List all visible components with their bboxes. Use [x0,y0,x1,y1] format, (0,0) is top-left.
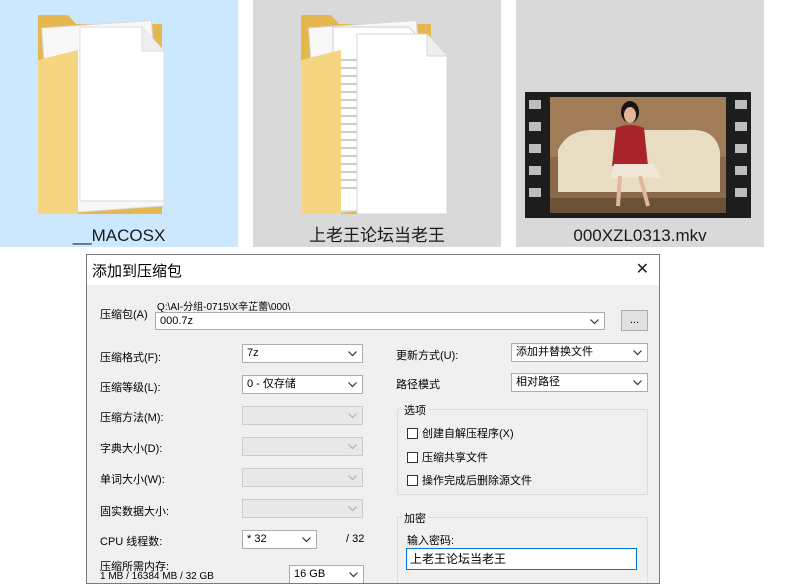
add-to-archive-dialog: 添加到压缩包 ✕ 压缩包(A) Q:\AI-分组-0715\X辛芷蕾\000\ … [86,254,660,584]
update-mode-select[interactable]: 添加并替换文件 [511,343,648,362]
close-icon[interactable]: ✕ [636,259,649,279]
delete-after-checkbox[interactable]: 操作完成后删除源文件 [407,472,532,488]
memory-value: 16 GB [294,568,326,580]
item-label: 000XZL0313.mkv [573,226,707,245]
compress-shared-label: 压缩共享文件 [422,452,488,464]
level-label: 压缩等级(L): [100,382,161,394]
chevron-down-icon [347,469,359,486]
archive-path: Q:\AI-分组-0715\X辛芷蕾\000\ [157,302,291,313]
method-label: 压缩方法(M): [100,412,164,424]
format-value: 7z [247,347,259,359]
create-sfx-checkbox[interactable]: 创建自解压程序(X) [407,425,514,441]
chevron-down-icon[interactable] [347,376,359,393]
chevron-down-icon [347,407,359,424]
chevron-down-icon[interactable] [589,313,601,330]
chevron-down-icon [347,438,359,455]
archive-label: 压缩包(A) [100,309,148,321]
dialog-title: 添加到压缩包 [92,263,183,280]
browse-button[interactable]: ... [621,310,648,331]
method-select [242,406,363,425]
cpu-threads-max: / 32 [346,533,365,545]
video-thumbnail-icon [525,92,751,218]
checkbox-box[interactable] [407,427,418,439]
delete-after-label: 操作完成后删除源文件 [422,475,532,487]
chevron-down-icon[interactable] [632,344,644,361]
create-sfx-label: 创建自解压程序(X) [422,428,514,440]
checkbox-box[interactable] [407,474,418,486]
compress-shared-checkbox[interactable]: 压缩共享文件 [407,449,488,465]
format-label: 压缩格式(F): [100,352,162,364]
word-size-label: 单词大小(W): [100,474,165,486]
encryption-title: 加密 [402,510,428,526]
video-item[interactable]: 000XZL0313.mkv [516,0,764,247]
archive-name-combo[interactable]: 000.7z [155,312,605,330]
folder-icon [301,15,448,215]
folder-icon [38,15,165,215]
item-label: __MACOSX [72,226,166,245]
cpu-threads-value: * 32 [247,533,267,545]
format-select[interactable]: 7z [242,344,363,363]
memory-select[interactable]: 16 GB [289,565,364,583]
item-label: 上老王论坛当老王 [309,226,445,245]
dict-size-select [242,437,363,456]
path-mode-value: 相对路径 [516,376,560,388]
chevron-down-icon[interactable] [347,345,359,362]
cpu-threads-select[interactable]: * 32 [242,530,317,549]
solid-size-select [242,499,363,518]
cpu-threads-label: CPU 线程数: [100,536,163,548]
path-mode-label: 路径模式 [396,379,440,391]
dict-size-label: 字典大小(D): [100,443,163,455]
folder-item-macosx[interactable]: __MACOSX [0,0,238,247]
checkbox-box[interactable] [407,451,418,463]
archive-name-value: 000.7z [160,315,194,327]
password-label: 输入密码: [407,535,455,547]
update-mode-value: 添加并替换文件 [516,346,593,358]
solid-size-label: 固实数据大小: [100,506,170,518]
chevron-down-icon[interactable] [301,531,313,548]
folder-item-laowang[interactable]: 上老王论坛当老王 [253,0,501,247]
path-mode-select[interactable]: 相对路径 [511,373,648,392]
update-mode-label: 更新方式(U): [396,350,459,362]
word-size-select [242,468,363,487]
password-input[interactable]: 上老王论坛当老王 [406,548,637,570]
level-select[interactable]: 0 - 仅存储 [242,375,363,394]
chevron-down-icon [347,500,359,517]
memory-detail: 1 MB / 16384 MB / 32 GB [100,571,214,582]
level-value: 0 - 仅存储 [247,378,296,390]
options-title: 选项 [402,402,428,418]
chevron-down-icon[interactable] [348,566,360,583]
chevron-down-icon[interactable] [632,374,644,391]
title-bar: 添加到压缩包 ✕ [87,255,659,285]
